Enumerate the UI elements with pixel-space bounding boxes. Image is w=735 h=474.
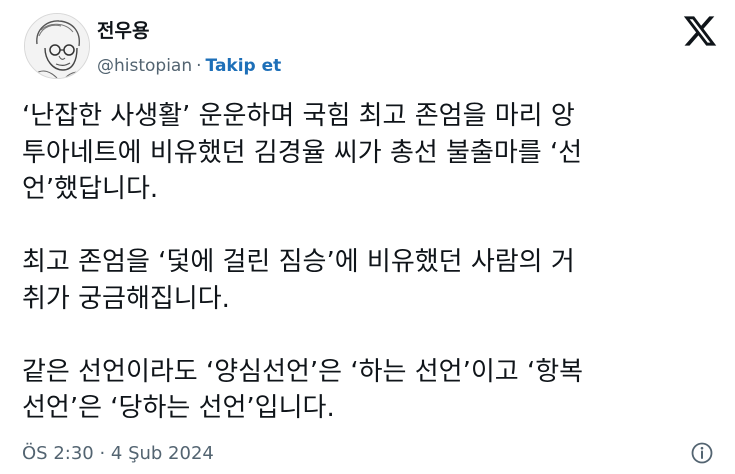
tweet-timestamp[interactable]: ÖS 2:30 · 4 Şub 2024	[22, 443, 214, 464]
tweet-line: 최고 존엄을 ‘덫에 걸린 짐승’에 비유했던 사람의 거	[22, 247, 575, 277]
avatar[interactable]	[24, 13, 90, 79]
tweet-paragraph: 같은 선언이라도 ‘양심선언’은 ‘하는 선언’이고 ‘항복 선언’은 ‘당하는…	[22, 354, 722, 427]
handle-row: @histopian · Takip et	[97, 56, 281, 76]
tweet-paragraph: ‘난잡한 사생활’ 운운하며 국힘 최고 존엄을 마리 앙 투아네트에 비유했던…	[22, 98, 722, 208]
info-icon[interactable]	[690, 441, 714, 465]
x-logo-icon[interactable]	[682, 13, 718, 49]
tweet-line: ‘난잡한 사생활’ 운운하며 국힘 최고 존엄을 마리 앙	[22, 101, 575, 131]
author-name[interactable]: 전우용	[97, 16, 149, 43]
tweet-line: 취가 궁금해집니다.	[22, 283, 230, 314]
tweet-line: 언’했답니다.	[22, 174, 159, 204]
author-handle[interactable]: @histopian	[97, 56, 192, 76]
separator: ·	[196, 56, 202, 76]
tweet-text: ‘난잡한 사생활’ 운운하며 국힘 최고 존엄을 마리 앙 투아네트에 비유했던…	[22, 98, 722, 427]
tweet-paragraph: 최고 존엄을 ‘덫에 걸린 짐승’에 비유했던 사람의 거 취가 궁금해집니다.	[22, 244, 722, 317]
tweet-line: 선언’은 ‘당하는 선언’입니다.	[22, 393, 335, 423]
tweet-line: 투아네트에 비유했던 김경율 씨가 총선 불출마를 ‘선	[22, 137, 583, 168]
tweet-line: 같은 선언이라도 ‘양심선언’은 ‘하는 선언’이고 ‘항복	[22, 356, 584, 387]
follow-button[interactable]: Takip et	[206, 56, 282, 76]
portrait-sketch-icon	[25, 14, 89, 78]
